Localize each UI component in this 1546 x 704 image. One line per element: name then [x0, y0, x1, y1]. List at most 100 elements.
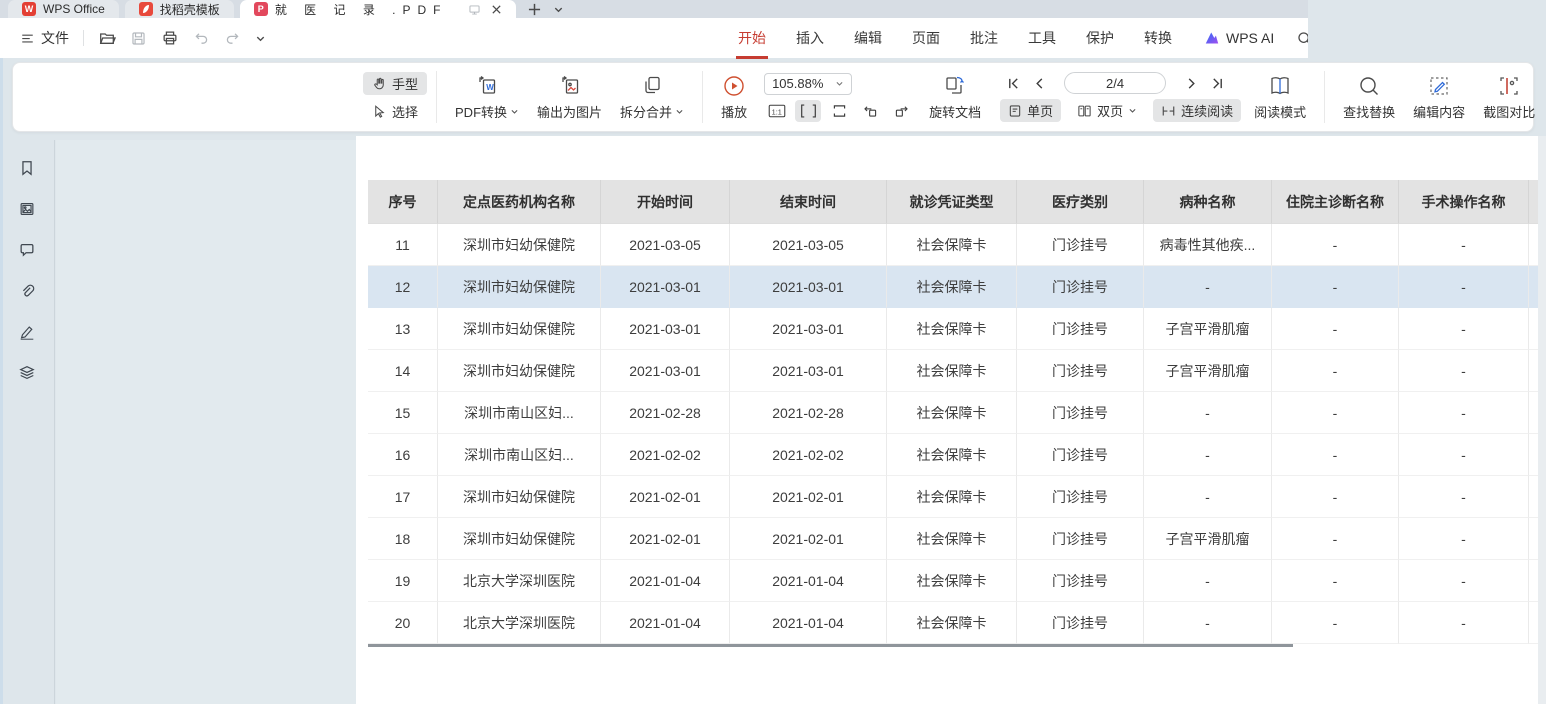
read-mode-button[interactable]: 阅读模式	[1245, 74, 1315, 121]
next-page-button[interactable]	[1178, 72, 1204, 94]
table-cell: 2021-01-04	[730, 602, 887, 644]
table-cell: -	[1144, 560, 1272, 602]
last-page-button[interactable]	[1204, 72, 1230, 94]
table-cell: 病毒性其他疾...	[1144, 224, 1272, 266]
chevron-down-icon	[510, 107, 519, 116]
table-cell: 2021-02-01	[730, 476, 887, 518]
tab-list-chevron-icon[interactable]	[547, 1, 570, 18]
table-cell: 门诊挂号	[1017, 476, 1144, 518]
tab-label: 就 医 记 录 .PDF	[275, 1, 448, 18]
table-cell: -	[1272, 518, 1399, 560]
page-indicator-input[interactable]: 2/4	[1064, 72, 1166, 94]
edit-content-icon	[1427, 74, 1451, 98]
table-cell: 16	[368, 434, 438, 476]
table-cell: 2021-03-01	[601, 266, 730, 308]
vertical-scrollbar[interactable]	[1538, 136, 1546, 704]
window-corner	[1308, 0, 1546, 58]
file-menu[interactable]: 文件	[14, 28, 75, 48]
pdf-convert-button[interactable]: W PDF转换	[446, 74, 528, 121]
table-cell: 社会保障卡	[887, 392, 1017, 434]
tab-wps-office[interactable]: W WPS Office	[8, 0, 119, 18]
menu-annotate[interactable]: 批注	[968, 24, 1000, 52]
rotate-document-button[interactable]: 旋转文档	[920, 74, 990, 121]
zoom-value: 105.88%	[772, 76, 823, 91]
wps-ai-label: WPS AI	[1226, 30, 1274, 46]
table-cell: 子宫平滑肌瘤	[1144, 350, 1272, 392]
hand-tool-label: 手型	[392, 74, 418, 93]
monitor-icon[interactable]	[468, 3, 481, 16]
table-cell: 社会保障卡	[887, 476, 1017, 518]
table-cell: 社会保障卡	[887, 350, 1017, 392]
table-header-cell: 手术操作名称	[1399, 180, 1529, 224]
redo-icon[interactable]	[224, 30, 241, 47]
table-cell: 深圳市南山区妇...	[438, 434, 601, 476]
folder-open-icon[interactable]	[98, 29, 116, 47]
close-icon[interactable]	[491, 4, 502, 15]
fit-width-button[interactable]	[795, 100, 821, 122]
table-cell: -	[1272, 602, 1399, 644]
play-label: 播放	[721, 102, 747, 121]
continuous-read-button[interactable]: 连续阅读	[1153, 99, 1241, 122]
chevron-down-icon	[1128, 106, 1137, 115]
layers-icon[interactable]	[16, 362, 38, 384]
table-cell: -	[1272, 392, 1399, 434]
menu-tools[interactable]: 工具	[1026, 24, 1058, 52]
single-page-button[interactable]: 单页	[1000, 99, 1061, 122]
menu-convert[interactable]: 转换	[1142, 24, 1174, 52]
table-cell: 深圳市妇幼保健院	[438, 350, 601, 392]
split-merge-button[interactable]: 拆分合并	[611, 74, 693, 121]
table-cell: 社会保障卡	[887, 224, 1017, 266]
menu-protect[interactable]: 保护	[1084, 24, 1116, 52]
new-tab-button[interactable]	[522, 1, 547, 18]
hand-tool-button[interactable]: 手型	[363, 72, 427, 95]
tab-pdf-document[interactable]: P 就 医 记 录 .PDF	[240, 0, 517, 18]
rotate-left-button[interactable]	[857, 100, 883, 122]
export-image-button[interactable]: 输出为图片	[528, 74, 611, 121]
table-cell: -	[1272, 308, 1399, 350]
save-icon[interactable]	[130, 30, 147, 47]
double-page-button[interactable]: 双页	[1069, 99, 1145, 122]
actual-size-button[interactable]: 1:1	[764, 100, 790, 122]
pdf-page: 序号定点医药机构名称开始时间结束时间就诊凭证类型医疗类别病种名称住院主诊断名称手…	[356, 136, 1538, 704]
menu-home[interactable]: 开始	[736, 24, 768, 52]
table-cell: -	[1272, 224, 1399, 266]
menu-edit[interactable]: 编辑	[852, 24, 884, 52]
pdf-convert-icon: W	[475, 74, 499, 98]
menu-insert[interactable]: 插入	[794, 24, 826, 52]
export-image-icon	[558, 74, 582, 98]
zoom-level-select[interactable]: 105.88%	[764, 73, 852, 95]
table-cell: 子宫平滑肌瘤	[1144, 308, 1272, 350]
bookmark-icon[interactable]	[16, 157, 38, 179]
signature-icon[interactable]	[16, 321, 38, 343]
screenshot-compare-button[interactable]: 截图对比	[1474, 74, 1544, 121]
attachment-icon[interactable]	[16, 280, 38, 302]
tab-docer-templates[interactable]: 找稻壳模板	[125, 0, 234, 18]
table-cell: 北京大学深圳医院	[438, 560, 601, 602]
play-button[interactable]: 播放	[712, 74, 756, 121]
table-cell: 子宫平滑肌瘤	[1144, 518, 1272, 560]
quick-access-chevron-icon[interactable]	[255, 33, 266, 44]
first-page-button[interactable]	[1000, 72, 1026, 94]
wps-pdf-window: W WPS Office 找稻壳模板 P 就 医 记 录 .PDF	[0, 0, 1546, 704]
thumbnail-icon[interactable]	[16, 198, 38, 220]
edit-content-button[interactable]: 编辑内容	[1404, 74, 1474, 121]
menu-page[interactable]: 页面	[910, 24, 942, 52]
previous-page-button[interactable]	[1026, 72, 1052, 94]
table-header-cell: 住院主诊断名称	[1272, 180, 1399, 224]
comment-icon[interactable]	[16, 239, 38, 261]
table-cell: -	[1399, 266, 1529, 308]
double-page-label: 双页	[1097, 101, 1123, 120]
undo-icon[interactable]	[193, 30, 210, 47]
table-cell: 11	[368, 224, 438, 266]
select-tool-button[interactable]: 选择	[363, 100, 427, 123]
read-mode-label: 阅读模式	[1254, 102, 1306, 121]
find-replace-button[interactable]: 查找替换	[1334, 74, 1404, 121]
fit-page-button[interactable]	[826, 100, 852, 122]
double-page-icon	[1077, 104, 1092, 118]
wps-ai-menu[interactable]: WPS AI	[1204, 30, 1274, 46]
table-cell: 2021-03-01	[601, 350, 730, 392]
print-icon[interactable]	[161, 29, 179, 47]
table-row: 18深圳市妇幼保健院2021-02-012021-02-01社会保障卡门诊挂号子…	[368, 518, 1542, 560]
rotate-right-button[interactable]	[888, 100, 914, 122]
table-cell: -	[1399, 224, 1529, 266]
